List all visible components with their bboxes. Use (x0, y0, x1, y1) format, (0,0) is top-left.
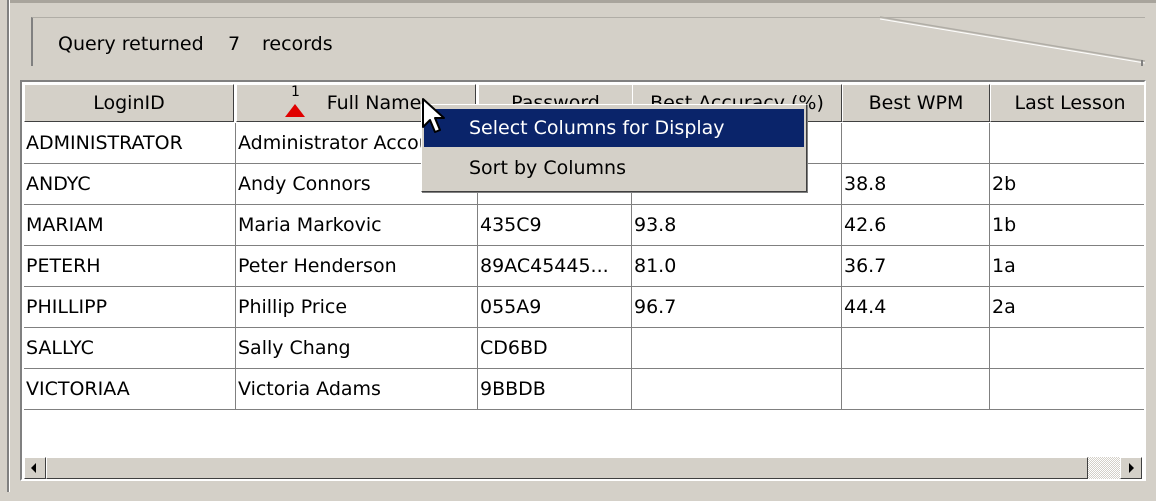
arrow-right-icon (1129, 463, 1134, 473)
table-row[interactable]: PHILLIPP Phillip Price 055A9 96.7 44.4 2a (24, 287, 1144, 328)
table-cell[interactable]: 96.7 (632, 287, 842, 328)
frame-left-highlight (9, 0, 10, 492)
header-label: Last Lesson (1014, 92, 1126, 114)
table-cell[interactable]: PHILLIPP (24, 287, 236, 328)
table-cell[interactable]: 93.8 (632, 205, 842, 246)
table-cell[interactable]: Victoria Adams (236, 369, 478, 410)
scroll-right-button[interactable] (1120, 457, 1142, 479)
header-last-lesson[interactable]: Last Lesson (990, 84, 1144, 122)
table-cell[interactable]: Maria Markovic (236, 205, 478, 246)
sort-indicator: 1 (285, 84, 305, 121)
status-panel-slope (880, 16, 1146, 66)
table-cell[interactable]: 1b (990, 205, 1144, 246)
table-cell[interactable] (842, 369, 990, 410)
status-suffix: records (262, 33, 333, 55)
sort-ascending-icon (285, 104, 305, 117)
table-cell[interactable]: 36.7 (842, 246, 990, 287)
status-prefix: Query returned (58, 33, 204, 55)
table-cell[interactable]: VICTORIAA (24, 369, 236, 410)
context-menu: Select Columns for Display Sort by Colum… (421, 104, 807, 192)
record-count: 7 (228, 33, 241, 55)
table-cell[interactable]: 435C9 (478, 205, 632, 246)
header-best-wpm[interactable]: Best WPM (842, 84, 990, 122)
table-row[interactable]: SALLYC Sally Chang CD6BD (24, 328, 1144, 369)
table-cell[interactable]: PETERH (24, 246, 236, 287)
table-cell[interactable] (632, 328, 842, 369)
header-label: LoginID (93, 92, 165, 114)
header-label: Best WPM (868, 92, 964, 114)
table-row[interactable]: VICTORIAA Victoria Adams 9BBDB (24, 369, 1144, 410)
table-cell[interactable]: 81.0 (632, 246, 842, 287)
table-cell[interactable]: 42.6 (842, 205, 990, 246)
table-cell[interactable]: SALLYC (24, 328, 236, 369)
scrollbar-thumb[interactable] (46, 457, 1088, 479)
table-cell[interactable]: MARIAM (24, 205, 236, 246)
table-cell[interactable]: 2b (990, 164, 1144, 205)
horizontal-scrollbar[interactable] (24, 456, 1142, 479)
mouse-pointer-icon (422, 98, 445, 133)
scrollbar-track[interactable] (1088, 457, 1120, 479)
table-cell[interactable] (842, 123, 990, 164)
scroll-left-button[interactable] (24, 457, 46, 479)
table-cell[interactable]: Phillip Price (236, 287, 478, 328)
header-label: Full Name (326, 92, 422, 114)
frame-top-edge (7, 0, 1156, 3)
table-cell[interactable] (990, 328, 1144, 369)
table-cell[interactable]: CD6BD (478, 328, 632, 369)
table-cell[interactable]: Sally Chang (236, 328, 478, 369)
table-cell[interactable]: 9BBDB (478, 369, 632, 410)
table-row[interactable]: MARIAM Maria Markovic 435C9 93.8 42.6 1b (24, 205, 1144, 246)
table-row[interactable]: PETERH Peter Henderson 89AC45445... 81.0 36.… (24, 246, 1144, 287)
sort-order-number: 1 (291, 84, 300, 100)
table-cell[interactable]: 89AC45445... (478, 246, 632, 287)
arrow-left-icon (31, 463, 36, 473)
table-cell[interactable]: ANDYC (24, 164, 236, 205)
table-cell[interactable] (990, 123, 1144, 164)
table-cell[interactable] (842, 328, 990, 369)
table-cell[interactable]: Peter Henderson (236, 246, 478, 287)
header-loginid[interactable]: LoginID (24, 84, 234, 122)
menu-item-select-columns[interactable]: Select Columns for Display (424, 109, 804, 147)
table-cell[interactable] (632, 369, 842, 410)
table-cell[interactable]: 44.4 (842, 287, 990, 328)
table-cell[interactable] (990, 369, 1144, 410)
table-cell[interactable]: 2a (990, 287, 1144, 328)
table-cell[interactable]: 38.8 (842, 164, 990, 205)
table-cell[interactable]: ADMINISTRATOR (24, 123, 236, 164)
table-cell[interactable]: 055A9 (478, 287, 632, 328)
table-cell[interactable]: 1a (990, 246, 1144, 287)
menu-item-sort-by-columns[interactable]: Sort by Columns (424, 149, 804, 187)
